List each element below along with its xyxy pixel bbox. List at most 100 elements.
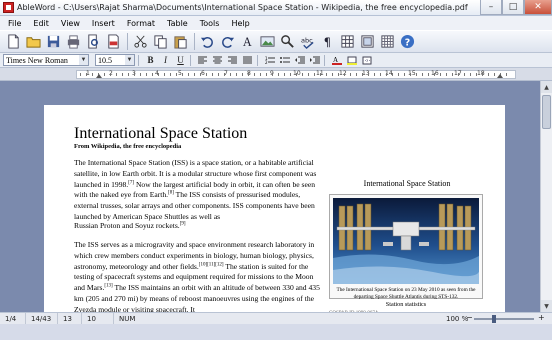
image-caption: The International Space Station on 23 Ma… [336, 287, 476, 300]
bullet-list-icon[interactable] [278, 54, 291, 66]
align-center-icon[interactable] [211, 54, 224, 66]
standard-toolbar: A abc ¶ ? [0, 30, 552, 53]
scrollbar-thumb[interactable] [542, 95, 551, 129]
chevron-down-icon[interactable]: ▼ [125, 55, 134, 65]
italic-button[interactable]: I [159, 54, 172, 66]
vertical-scrollbar[interactable]: ▲ ▼ [540, 81, 552, 312]
bold-button[interactable]: B [144, 54, 157, 66]
menu-format[interactable]: Format [121, 19, 161, 28]
ruler-tick [356, 73, 357, 76]
text-color-icon[interactable]: A [330, 54, 343, 66]
ruler-tick [110, 73, 111, 76]
horizontal-ruler[interactable]: 123456789101112131415161718 [0, 68, 552, 81]
new-document-icon[interactable] [4, 32, 23, 51]
scroll-up-icon[interactable]: ▲ [541, 81, 552, 93]
close-button[interactable]: ✕ [524, 0, 552, 15]
ruler-number: 6 [201, 70, 205, 77]
numbered-list-icon[interactable]: 12 [263, 54, 276, 66]
ruler-tick [464, 73, 465, 76]
pdf-icon[interactable] [104, 32, 123, 51]
page-subtitle: From Wikipedia, the free encyclopedia [74, 143, 182, 150]
citation-link[interactable]: [13] [104, 284, 112, 289]
menu-tools[interactable]: Tools [194, 19, 226, 28]
align-left-icon[interactable] [196, 54, 209, 66]
help-icon[interactable]: ? [398, 32, 417, 51]
left-indent-marker[interactable] [96, 74, 102, 78]
ruler-tick [266, 73, 267, 76]
border-icon[interactable] [360, 54, 373, 66]
ruler-tick [380, 73, 381, 76]
paragraph-intro[interactable]: The International Space Station (ISS) is… [74, 158, 322, 223]
ruler-tick [308, 73, 309, 76]
svg-text:A: A [333, 56, 338, 64]
paste-icon[interactable] [171, 32, 190, 51]
copy-icon[interactable] [151, 32, 170, 51]
citation-link[interactable]: [9] [180, 221, 186, 226]
ruler-tick [434, 73, 435, 76]
chevron-down-icon[interactable]: ▼ [79, 55, 88, 65]
table-icon[interactable] [338, 32, 357, 51]
zoom-slider-thumb[interactable] [492, 315, 496, 323]
ruler-marks: 123456789101112131415161718 [78, 70, 514, 78]
scroll-down-icon[interactable]: ▼ [541, 300, 552, 312]
font-icon[interactable]: A [238, 32, 257, 51]
ruler-tick [104, 73, 105, 76]
undo-icon[interactable] [198, 32, 217, 51]
menu-file[interactable]: File [2, 19, 27, 28]
ruler-tick [314, 73, 315, 76]
maximize-button[interactable]: □ [502, 0, 524, 15]
open-folder-icon[interactable] [24, 32, 43, 51]
print-preview-icon[interactable] [84, 32, 103, 51]
align-right-icon[interactable] [226, 54, 239, 66]
menu-help[interactable]: Help [225, 19, 255, 28]
underline-button[interactable]: U [174, 54, 187, 66]
menu-edit[interactable]: Edit [27, 19, 55, 28]
frame-icon[interactable] [358, 32, 377, 51]
save-icon[interactable] [44, 32, 63, 51]
ruler-tick [272, 73, 273, 76]
find-icon[interactable] [278, 32, 297, 51]
justify-icon[interactable] [241, 54, 254, 66]
document-page[interactable]: International Space Station From Wikiped… [44, 105, 505, 317]
highlight-icon[interactable] [345, 54, 358, 66]
window-bottom-edge [0, 324, 552, 340]
minimize-button[interactable]: – [480, 0, 502, 15]
paragraph-mark-icon[interactable]: ¶ [318, 32, 337, 51]
ableword-app-icon[interactable] [3, 2, 14, 13]
window-controls: – □ ✕ [480, 0, 552, 16]
zoom-in-button[interactable]: + [538, 313, 545, 322]
status-page: 1/4 [0, 312, 26, 325]
redo-icon[interactable] [218, 32, 237, 51]
ruler-tick [176, 73, 177, 76]
toolbar-separator [190, 54, 191, 66]
paragraph-text: Russian Proton and Soyuz rockets. [74, 221, 180, 230]
ruler-tick [230, 73, 231, 76]
paragraph-rockets[interactable]: Russian Proton and Soyuz rockets.[9] [74, 221, 322, 232]
right-indent-marker[interactable] [497, 74, 503, 78]
infobox-image[interactable]: The International Space Station on 23 Ma… [329, 194, 483, 300]
outdent-icon[interactable] [293, 54, 306, 66]
ruler-tick [386, 73, 387, 76]
ruler-tick [470, 73, 471, 76]
font-family-select[interactable]: Times New Roman ▼ [3, 54, 89, 66]
cut-icon[interactable] [131, 32, 150, 51]
grid-icon[interactable] [378, 32, 397, 51]
print-icon[interactable] [64, 32, 83, 51]
paragraph-research[interactable]: The ISS serves as a microgravity and spa… [74, 240, 322, 316]
menu-view[interactable]: View [55, 19, 86, 28]
menu-table[interactable]: Table [161, 19, 194, 28]
indent-icon[interactable] [308, 54, 321, 66]
ruler-tick [296, 73, 297, 76]
zoom-slider[interactable] [474, 318, 534, 320]
zoom-out-button[interactable]: − [466, 313, 473, 322]
menu-insert[interactable]: Insert [86, 19, 121, 28]
image-icon[interactable] [258, 32, 277, 51]
spellcheck-icon[interactable]: abc [298, 32, 317, 51]
svg-text:A: A [243, 35, 252, 49]
ruler-tick [326, 73, 327, 76]
ruler-tick [188, 73, 189, 76]
ruler-tick [80, 73, 81, 76]
citation-link[interactable]: [10][11][12] [199, 262, 224, 267]
font-size-select[interactable]: 10.5 ▼ [95, 54, 135, 66]
ruler-tick [212, 73, 213, 76]
